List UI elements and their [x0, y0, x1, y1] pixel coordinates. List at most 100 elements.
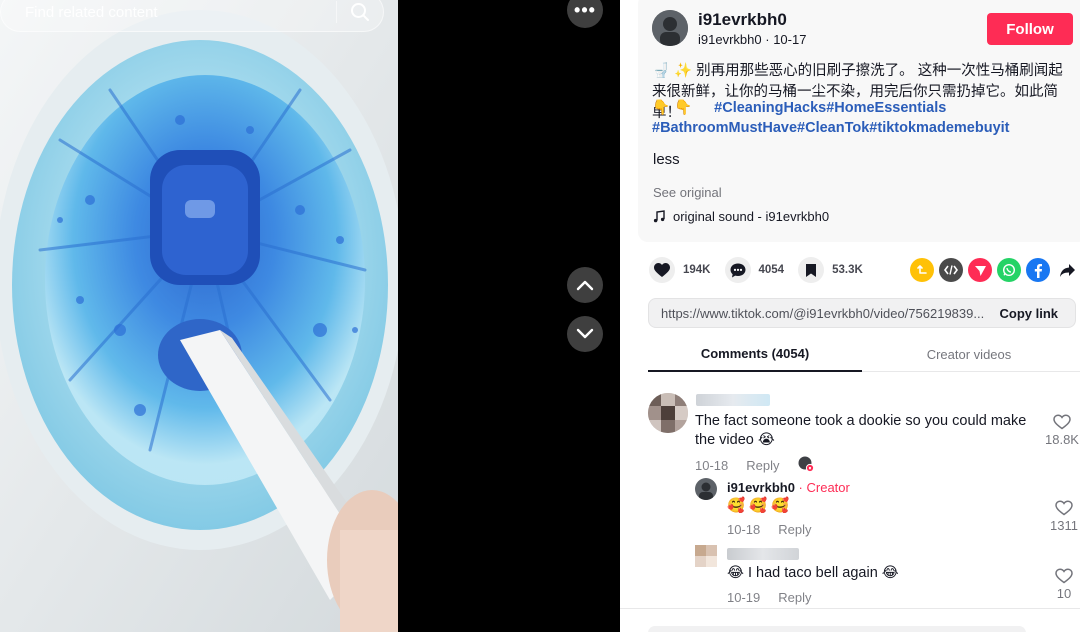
related-search-input[interactable] [1, 3, 336, 21]
comment-icon-wrap [724, 257, 751, 283]
reply-button[interactable]: Reply [746, 458, 779, 473]
author-subline: i91evrkbh0 · 10-17 [698, 32, 806, 47]
reply-button[interactable]: Reply [778, 590, 811, 605]
whatsapp-share-button[interactable] [997, 258, 1021, 282]
send-icon [974, 265, 986, 276]
sound-name: original sound - i91evrkbh0 [673, 209, 830, 224]
video-player[interactable] [0, 0, 398, 632]
comment-like-count: 18.8K [1045, 432, 1079, 447]
blurred-replier-name[interactable] [727, 548, 799, 560]
embed-button[interactable] [939, 258, 963, 282]
commenter-avatar[interactable] [648, 393, 688, 433]
tab-creator-videos[interactable]: Creator videos [862, 336, 1076, 372]
hashtag-link[interactable]: #tiktokmademebuyit [869, 120, 1009, 136]
music-note-icon [653, 210, 665, 223]
creator-liked-badge [798, 456, 814, 475]
reply-like-count: 1311 [1050, 518, 1078, 533]
hashtag-link[interactable]: #BathroomMustHave [652, 120, 797, 136]
comment-bubble-icon [730, 263, 745, 277]
save-button[interactable]: 53.3K [798, 257, 863, 283]
creator-liked-icon [798, 456, 814, 473]
reply-like-button[interactable]: 10 [1055, 568, 1073, 601]
video-frame [0, 0, 398, 632]
blurred-commenter-name[interactable] [696, 394, 770, 406]
separator-dot: · [765, 32, 774, 47]
comment-like-button[interactable]: 18.8K [1045, 414, 1079, 447]
author-avatar[interactable] [652, 10, 688, 46]
blurred-avatar-image [648, 393, 688, 433]
comment-line: The fact someone took a dookie so you co… [695, 413, 1027, 429]
tab-comments[interactable]: Comments (4054) [648, 336, 862, 372]
copy-link-button[interactable]: Copy link [987, 306, 1075, 321]
heart-icon [654, 262, 670, 277]
hashtag-link[interactable]: #CleanTok [797, 120, 869, 136]
reply-like-button[interactable]: 1311 [1050, 500, 1078, 533]
video-url[interactable]: https://www.tiktok.com/@i91evrkbh0/video… [649, 306, 987, 321]
save-count: 53.3K [832, 264, 863, 276]
reply-author-name: i91evrkbh0 [727, 480, 795, 495]
chevron-down-icon [576, 328, 594, 339]
pointing-down-emoji: 👇 👇 [652, 100, 693, 116]
facebook-share-button[interactable] [1026, 258, 1050, 282]
reply-meta: 10-19 Reply [727, 590, 812, 605]
related-search-bar [0, 0, 384, 32]
heart-outline-icon [1053, 414, 1071, 430]
reply-date: 10-19 [727, 590, 761, 605]
search-button[interactable] [337, 0, 383, 31]
author-handle[interactable]: i91evrkbh0 [698, 32, 762, 47]
like-button[interactable]: 194K [649, 257, 711, 283]
comment-button[interactable]: 4054 [724, 257, 785, 283]
repost-icon [917, 265, 927, 274]
save-icon-wrap [798, 257, 825, 283]
reply-text: 🥰 🥰 🥰 [727, 498, 790, 514]
whatsapp-icon [1002, 263, 1016, 277]
reply-like-count: 10 [1056, 586, 1072, 601]
chevron-up-icon [576, 280, 594, 291]
like-count: 194K [683, 264, 711, 276]
reply-button[interactable]: Reply [778, 522, 811, 537]
more-icon: ••• [574, 0, 596, 20]
search-icon [351, 3, 369, 21]
share-buttons [910, 258, 1079, 282]
comment-meta: 10-18 Reply [695, 456, 814, 475]
panel-tabs: Comments (4054) Creator videos [648, 336, 1080, 372]
see-original-link[interactable]: See original [653, 185, 722, 200]
comment-text: The fact someone took a dookie so you co… [695, 412, 1045, 450]
post-date: 10-17 [773, 32, 807, 47]
like-icon-wrap [649, 257, 675, 283]
facebook-icon [1034, 263, 1042, 278]
comment-date: 10-18 [695, 458, 729, 473]
reply-text: 😂 I had taco bell again 😂 [727, 565, 899, 581]
heart-outline-icon [1055, 500, 1073, 516]
add-comment-input[interactable] [648, 626, 1026, 632]
replier-avatar[interactable] [695, 545, 717, 567]
hashtag-link[interactable]: #HomeEssentials [826, 100, 946, 116]
reply-meta: 10-18 Reply [727, 522, 812, 537]
reply-date: 10-18 [727, 522, 761, 537]
divider [620, 608, 1080, 609]
heart-outline-icon [1055, 568, 1073, 584]
hashtag-link[interactable]: #CleaningHacks [714, 100, 826, 116]
next-video-button[interactable] [567, 316, 603, 352]
author-username[interactable]: i91evrkbh0 [698, 10, 787, 30]
video-link-box: https://www.tiktok.com/@i91evrkbh0/video… [648, 298, 1076, 328]
repost-button[interactable] [910, 258, 934, 282]
video-detail-panel: i91evrkbh0 i91evrkbh0 · 10-17 Follow 🚽 ✨… [620, 0, 1080, 632]
creator-label: · Creator [794, 480, 850, 495]
bookmark-icon [806, 263, 817, 277]
follow-button[interactable]: Follow [987, 13, 1073, 45]
previous-video-button[interactable] [567, 267, 603, 303]
more-share-button[interactable] [1055, 258, 1079, 282]
reply-author[interactable]: i91evrkbh0 · Creator [727, 480, 850, 495]
blurred-avatar-image [695, 545, 717, 567]
post-hashtags: 👇 👇 #CleaningHacks#HomeEssentials #Bathr… [652, 98, 1074, 138]
creator-reply-avatar[interactable] [695, 478, 717, 500]
embed-icon [944, 265, 958, 275]
send-to-friends-button[interactable] [968, 258, 992, 282]
avatar-image [652, 10, 688, 46]
engagement-bar: 194K 4054 53.3K [649, 257, 877, 283]
comment-count: 4054 [758, 264, 785, 276]
sound-link[interactable]: original sound - i91evrkbh0 [653, 209, 829, 224]
show-less-link[interactable]: less [653, 151, 680, 168]
avatar-image [695, 478, 717, 500]
